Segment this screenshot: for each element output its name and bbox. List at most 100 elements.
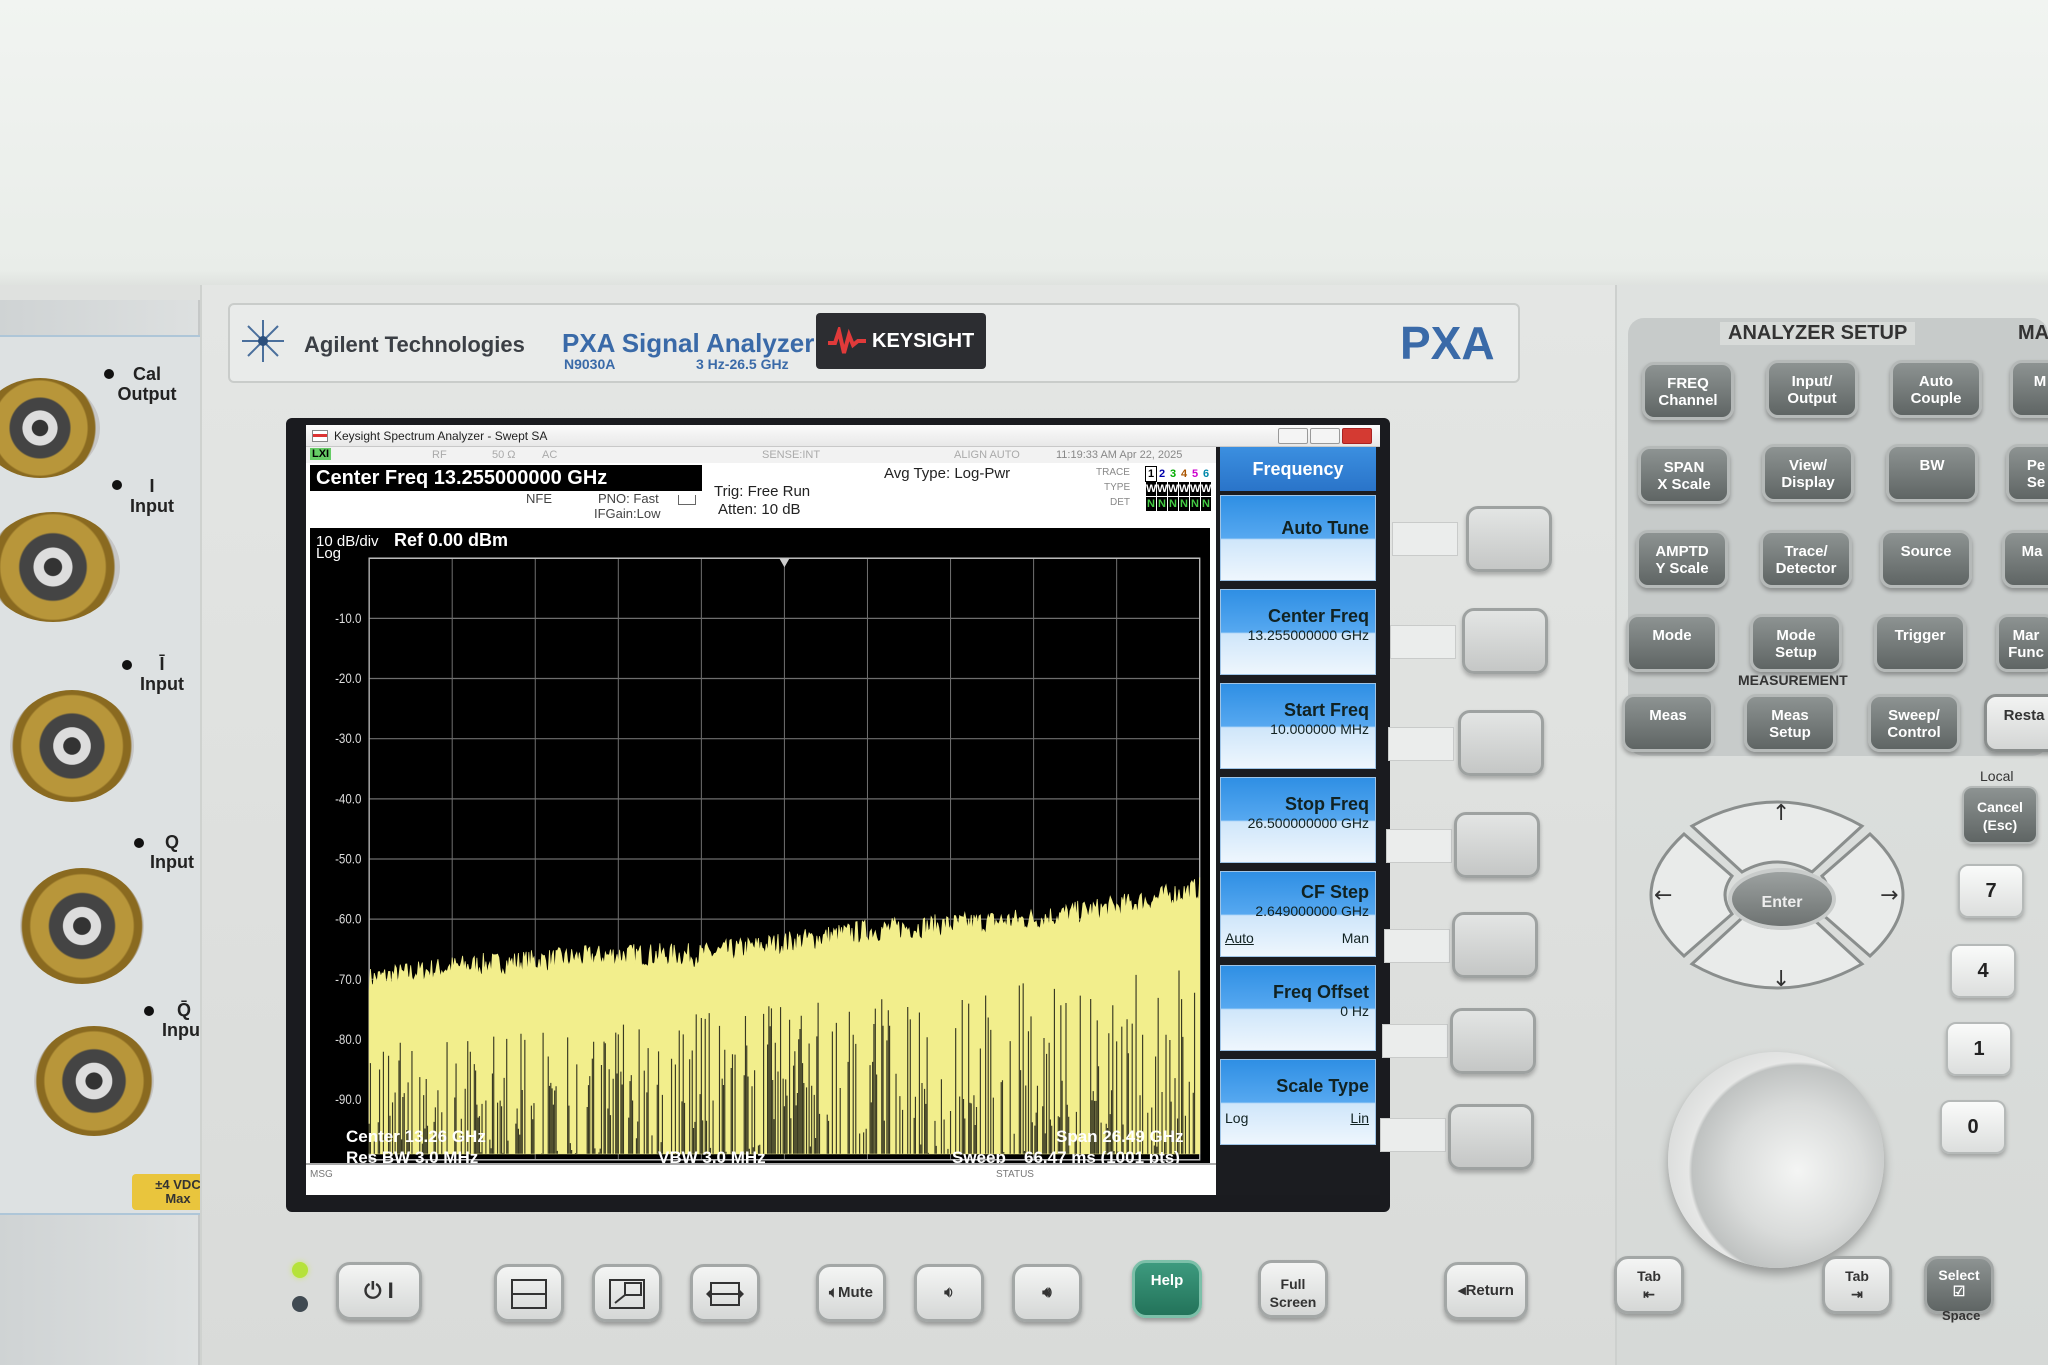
source-key[interactable]: Source [1880, 530, 1972, 588]
marker-group-title: MA [2018, 322, 2048, 344]
side-softkey-4[interactable] [1454, 812, 1540, 878]
restart-key-edge[interactable]: Resta [1984, 694, 2048, 752]
rotary-knob[interactable] [1668, 1052, 1884, 1268]
return-button[interactable]: ◂Return [1444, 1262, 1528, 1320]
side-softkey-1[interactable] [1466, 506, 1552, 572]
side-softkey-3[interactable] [1458, 710, 1544, 776]
side-softkey-7[interactable] [1448, 1104, 1534, 1170]
y-tick-label: -10.0 [335, 611, 361, 626]
scale-type-log-option[interactable]: Log [1225, 1110, 1248, 1126]
tab-left-label: Tab [1637, 1268, 1661, 1284]
softkey-auto-tune[interactable]: Auto Tune [1220, 495, 1376, 581]
agilent-logo-icon [240, 318, 286, 364]
i-bar-input-connector[interactable] [10, 690, 134, 802]
trace-type: W [1146, 482, 1157, 496]
amptd-yscale-key[interactable]: AMPTD Y Scale [1636, 530, 1728, 588]
q-bar-input-connector[interactable] [34, 1026, 154, 1136]
scale-type-lin-option[interactable]: Lin [1350, 1110, 1369, 1126]
return-label: Return [1465, 1282, 1514, 1299]
softkey-tab [1382, 1024, 1448, 1058]
cf-step-auto-option[interactable]: Auto [1225, 930, 1254, 946]
tab-left-button[interactable]: Tab ⇤ [1614, 1256, 1684, 1314]
softkey-label: Auto Tune [1281, 518, 1369, 538]
side-softkey-2[interactable] [1462, 608, 1548, 674]
volume-down-button[interactable]: 🔉︎ [914, 1264, 984, 1322]
softkey-label: Freq Offset [1272, 982, 1369, 1002]
full-screen-button[interactable]: Full Screen [1258, 1260, 1328, 1318]
power-button[interactable]: ⏻ I [336, 1262, 422, 1320]
marker-key-edge[interactable]: M [2010, 360, 2048, 418]
marker-to-key-edge[interactable]: Ma [2002, 530, 2048, 588]
brand-name: Agilent Technologies [304, 332, 525, 357]
softkey-menu: Frequency Auto Tune Center Freq 13.25500… [1216, 447, 1380, 1195]
model-number: N9030A [564, 356, 616, 372]
sweep-control-key[interactable]: Sweep/ Control [1868, 694, 1960, 752]
bw-key[interactable]: BW [1886, 444, 1978, 502]
softkey-freq-offset[interactable]: Freq Offset 0 Hz [1220, 965, 1376, 1051]
trace-number: 3 [1168, 467, 1178, 481]
digit-0-key[interactable]: 0 [1940, 1100, 2006, 1154]
digit-1-key[interactable]: 1 [1946, 1022, 2012, 1076]
mute-button[interactable]: 🔈︎Mute [816, 1264, 886, 1322]
tab-left-icon: ⇤ [1643, 1286, 1655, 1302]
volume-down-icon: 🔉︎ [944, 1284, 954, 1301]
softkey-center-freq[interactable]: Center Freq 13.255000000 GHz [1220, 589, 1376, 675]
trace-indicator-grid: 123456WWWWWWNNNNNN [1136, 466, 1216, 513]
cf-step-man-option[interactable]: Man [1342, 930, 1369, 946]
trace-label: TRACE [1096, 467, 1130, 478]
span-xscale-key[interactable]: SPAN X Scale [1638, 446, 1730, 504]
peak-search-key-edge[interactable]: Pe Se [2006, 444, 2048, 502]
minimize-button[interactable] [1278, 428, 1308, 444]
softkey-label: CF Step [1300, 882, 1369, 902]
input-output-key[interactable]: Input/ Output [1766, 360, 1858, 418]
freq-channel-key[interactable]: FREQ Channel [1642, 362, 1734, 420]
next-window-button[interactable] [690, 1264, 760, 1322]
marker-function-key-edge[interactable]: Mar Func [1996, 614, 2048, 672]
q-input-connector[interactable] [20, 868, 144, 984]
softkey-scale-type[interactable]: Scale Type Log Lin [1220, 1059, 1376, 1145]
tab-right-button[interactable]: Tab ⇥ [1822, 1256, 1892, 1314]
digit-7-key[interactable]: 7 [1958, 864, 2024, 918]
softkey-label: Start Freq [1283, 700, 1369, 720]
standby-led [292, 1262, 308, 1278]
meas-setup-key[interactable]: Meas Setup [1744, 694, 1836, 752]
auto-couple-key[interactable]: Auto Couple [1890, 360, 1982, 418]
volume-up-button[interactable]: 🔊︎ [1012, 1264, 1082, 1322]
speaker-icon: 🔈︎ [828, 1284, 838, 1301]
trigger-key[interactable]: Trigger [1874, 614, 1966, 672]
split-layout-icon [511, 1279, 547, 1309]
softkey-tab [1384, 929, 1450, 963]
layout-split-button[interactable] [494, 1264, 564, 1322]
maximize-button[interactable] [1310, 428, 1340, 444]
zoom-window-icon [609, 1279, 645, 1309]
side-softkey-5[interactable] [1452, 912, 1538, 978]
keysight-logo: KEYSIGHT [816, 313, 986, 369]
softkey-tab [1392, 522, 1458, 556]
trace-detector-key[interactable]: Trace/ Detector [1760, 530, 1852, 588]
side-softkey-6[interactable] [1450, 1008, 1536, 1074]
close-button[interactable] [1342, 428, 1372, 444]
softkey-value: 0 Hz [1340, 1003, 1369, 1019]
softkey-start-freq[interactable]: Start Freq 10.000000 MHz [1220, 683, 1376, 769]
softkey-value: 13.255000000 GHz [1247, 627, 1369, 643]
digit-4-key[interactable]: 4 [1950, 944, 2016, 998]
tab-right-label: Tab [1845, 1268, 1869, 1284]
softkey-cf-step[interactable]: CF Step 2.649000000 GHz Auto Man [1220, 871, 1376, 957]
help-button[interactable]: Help [1132, 1260, 1202, 1318]
y-tick-label: -90.0 [335, 1092, 361, 1107]
meas-key[interactable]: Meas [1622, 694, 1714, 752]
softkey-stop-freq[interactable]: Stop Freq 26.500000000 GHz [1220, 777, 1376, 863]
q-bar-input-dot [144, 1006, 154, 1016]
cancel-esc-key[interactable]: Cancel (Esc) [1962, 786, 2038, 844]
view-display-key[interactable]: View/ Display [1762, 444, 1854, 502]
enter-key[interactable]: Enter [1728, 868, 1836, 930]
trace-detector: N [1179, 497, 1189, 511]
mode-setup-key[interactable]: Mode Setup [1750, 614, 1842, 672]
select-button[interactable]: Select ☑ [1924, 1256, 1994, 1314]
softkey-label: Center Freq [1267, 606, 1369, 626]
avg-type-readout: Avg Type: Log-Pwr [884, 465, 1011, 482]
trace-number: 1 [1145, 466, 1157, 482]
zoom-window-button[interactable] [592, 1264, 662, 1322]
mode-key[interactable]: Mode [1626, 614, 1718, 672]
y-tick-label: -40.0 [335, 792, 361, 807]
